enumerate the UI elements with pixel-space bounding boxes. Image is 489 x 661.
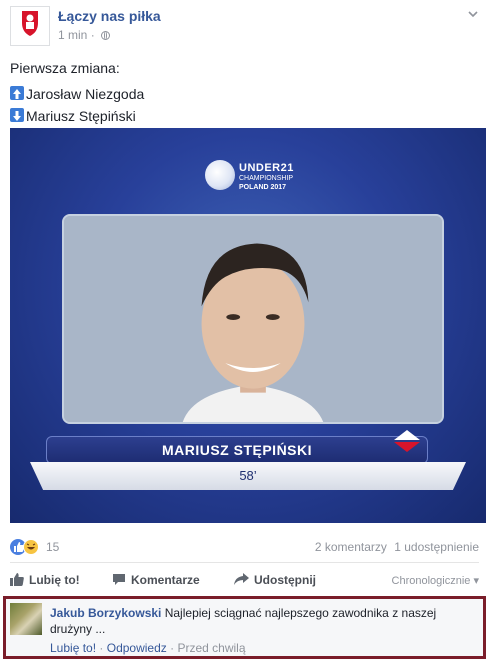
facebook-post: Łączy nas piłka 1 min · Pierwsza zmiana:… — [0, 0, 489, 661]
comment-time[interactable]: Przed chwilą — [177, 641, 245, 655]
commenter-avatar[interactable] — [10, 603, 42, 635]
post-time[interactable]: 1 min — [58, 28, 87, 42]
haha-reaction-icon[interactable] — [23, 539, 39, 555]
post-header: Łączy nas piłka 1 min · — [10, 6, 479, 48]
like-label: Lubię to! — [29, 573, 80, 587]
under21-logo: UNDER21 CHAMPIONSHIP POLAND 2017 — [205, 156, 315, 196]
comment-actions: Lubię to! · Odpowiedz · Przed chwilą — [50, 641, 246, 655]
comment-reply-link[interactable]: Odpowiedz — [107, 641, 167, 655]
comment-sort-dropdown[interactable]: Chronologicznie ▾ — [392, 574, 479, 587]
post-meta: 1 min · — [58, 28, 111, 42]
player-photo-frame — [62, 214, 444, 424]
player-out-name: Mariusz Stępiński — [26, 108, 136, 124]
shares-count[interactable]: 1 udostępnienie — [394, 540, 479, 554]
post-stats: 2 komentarzy 1 udostępnienie — [311, 540, 479, 554]
share-icon — [234, 573, 249, 585]
meta-separator: · — [90, 28, 95, 42]
share-label: Udostępnij — [254, 573, 316, 587]
reaction-count[interactable]: 15 — [46, 540, 59, 554]
brand-title: UNDER21 — [239, 162, 294, 174]
like-button[interactable]: Lubię to! — [10, 573, 80, 587]
comment-separator: · — [99, 641, 104, 655]
action-bar: Lubię to! Komentarze Udostępnij Chronolo… — [10, 570, 479, 592]
comment-icon — [113, 574, 125, 585]
thumbs-up-icon — [10, 573, 24, 586]
substitution-minute: 58’ — [30, 462, 466, 490]
comment-item: Jakub Borzykowski Najlepiej sciągnać naj… — [3, 596, 486, 659]
player-in-name: Jarosław Niezgoda — [26, 86, 145, 102]
comment-button[interactable]: Komentarze — [112, 573, 200, 587]
post-line-1: Pierwsza zmiana: — [10, 60, 120, 76]
arrow-up-icon — [10, 86, 24, 100]
brand-subtitle: CHAMPIONSHIP — [239, 175, 294, 182]
globe-icon — [101, 31, 111, 40]
comment-label: Komentarze — [131, 573, 200, 587]
chevron-down-icon[interactable] — [467, 8, 479, 20]
player-nameplate: MARIUSZ STĘPIŃSKI — [46, 436, 428, 464]
ball-icon — [205, 160, 235, 190]
pzpn-logo-icon — [22, 11, 38, 36]
sort-label: Chronologicznie — [391, 575, 471, 587]
caret-down-icon: ▾ — [473, 575, 479, 587]
divider — [10, 562, 479, 563]
comment-body: Jakub Borzykowski Najlepiej sciągnać naj… — [50, 605, 473, 637]
post-image[interactable]: UNDER21 CHAMPIONSHIP POLAND 2017 MARIUSZ… — [10, 128, 486, 523]
comment-separator-2: · — [170, 641, 175, 655]
player-photo — [64, 216, 442, 422]
share-button[interactable]: Udostępnij — [234, 573, 316, 587]
reaction-summary: 15 2 komentarzy 1 udostępnienie — [10, 538, 479, 556]
player-out-line: Mariusz Stępiński — [10, 106, 144, 126]
comments-count[interactable]: 2 komentarzy — [315, 540, 387, 554]
page-name[interactable]: Łączy nas piłka — [58, 8, 161, 24]
poland-flag-icon — [394, 430, 420, 452]
comment-author[interactable]: Jakub Borzykowski — [50, 606, 161, 620]
brand-subtitle-2: POLAND 2017 — [239, 184, 287, 191]
comment-like-link[interactable]: Lubię to! — [50, 641, 96, 655]
arrow-down-icon — [10, 108, 24, 122]
page-avatar[interactable] — [10, 6, 50, 46]
post-text: Pierwsza zmiana: Jarosław Niezgoda Mariu… — [10, 58, 144, 128]
player-in-line: Jarosław Niezgoda — [10, 84, 144, 104]
